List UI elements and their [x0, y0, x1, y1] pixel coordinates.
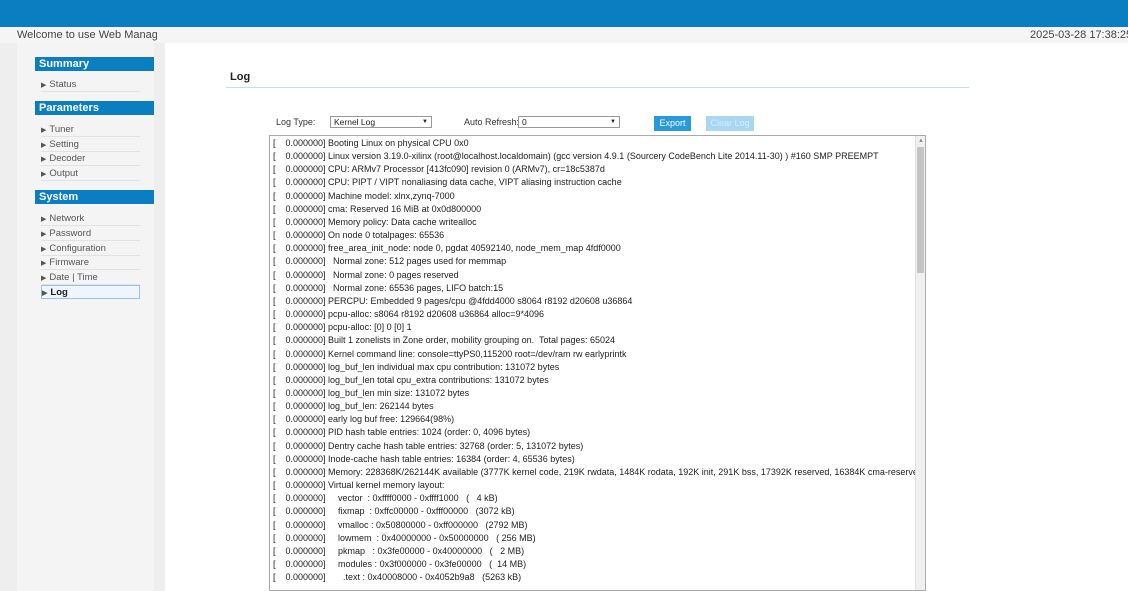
- section-system: System: [35, 190, 154, 204]
- top-banner: [0, 0, 1128, 27]
- sidebar-item-date-time[interactable]: ▶ Date | Time: [41, 271, 140, 285]
- sidebar-item-password[interactable]: ▶ Password: [41, 227, 140, 241]
- sidebar-item-network[interactable]: ▶ Network: [41, 212, 140, 226]
- log-type-value: Kernel Log: [334, 117, 376, 127]
- log-line: [ 0.000000] vector : 0xffff0000 - 0xffff…: [273, 493, 498, 504]
- log-line: [ 0.000000] log_buf_len individual max c…: [273, 361, 560, 372]
- log-line: [ 0.000000] Normal zone: 0 pages reserve…: [273, 269, 459, 280]
- sidebar-separator: [154, 43, 165, 591]
- log-line: [ 0.000000] PERCPU: Embedded 9 pages/cpu…: [273, 295, 633, 306]
- sidebar-item-firmware[interactable]: ▶ Firmware: [41, 256, 140, 270]
- section-parameters: Parameters: [35, 101, 154, 115]
- log-line: [ 0.000000] CPU: PIPT / VIPT nonaliasing…: [273, 177, 622, 188]
- log-line: [ 0.000000] log_buf_len total cpu_extra …: [273, 374, 549, 385]
- log-line: [ 0.000000] Dentry cache hash table entr…: [273, 440, 584, 451]
- triangle-right-icon: ▶: [41, 171, 47, 178]
- title-divider: [226, 87, 969, 88]
- triangle-right-icon: ▶: [41, 260, 47, 267]
- sidebar-item-setting[interactable]: ▶ Setting: [41, 138, 140, 152]
- log-line: [ 0.000000] pcpu-alloc: [0] 0 [0] 1: [273, 322, 412, 333]
- log-line: [ 0.000000] Inode-cache hash table entri…: [273, 453, 575, 464]
- auto-refresh-value: 0: [522, 117, 527, 127]
- log-lines: [ 0.000000] Booting Linux on physical CP…: [270, 137, 915, 584]
- sidebar-item-output[interactable]: ▶ Output: [41, 167, 140, 181]
- log-line: [ 0.000000] fixmap : 0xffc00000 - 0xfff0…: [273, 506, 515, 517]
- sidebar-item-label: Firmware: [49, 257, 89, 268]
- log-line: [ 0.000000] Built 1 zonelists in Zone or…: [273, 335, 616, 346]
- sidebar-item-label: Date | Time: [49, 272, 98, 283]
- sidebar-item-label: Log: [50, 287, 68, 298]
- log-type-label: Log Type:: [276, 117, 316, 127]
- log-type-select[interactable]: Kernel Log ▼: [330, 116, 432, 128]
- log-textarea[interactable]: [ 0.000000] Booting Linux on physical CP…: [269, 135, 926, 591]
- log-line: [ 0.000000] Kernel command line: console…: [273, 348, 627, 359]
- log-line: [ 0.000000] .text : 0x40008000 - 0x4052b…: [273, 572, 522, 583]
- sidebar-item-tuner[interactable]: ▶ Tuner: [41, 123, 140, 137]
- sidebar-item-label: Configuration: [49, 243, 106, 254]
- triangle-right-icon: ▶: [42, 290, 48, 297]
- triangle-right-icon: ▶: [41, 156, 47, 163]
- log-line: [ 0.000000] Normal zone: 512 pages used …: [273, 256, 507, 267]
- triangle-right-icon: ▶: [41, 231, 47, 238]
- welcome-text: Welcome to use Web Manag: [17, 29, 157, 41]
- log-line: [ 0.000000] Virtual kernel memory layout…: [273, 480, 445, 491]
- log-line: [ 0.000000] On node 0 totalpages: 65536: [273, 230, 445, 241]
- sidebar-item-configuration[interactable]: ▶ Configuration: [41, 242, 140, 256]
- log-line: [ 0.000000] Booting Linux on physical CP…: [273, 138, 469, 148]
- sidebar-item-status[interactable]: ▶ Status: [41, 78, 140, 92]
- scroll-up-icon[interactable]: ▲: [916, 136, 925, 146]
- export-button[interactable]: Export: [654, 116, 691, 131]
- log-line: [ 0.000000] Normal zone: 65536 pages, LI…: [273, 282, 504, 293]
- log-line: [ 0.000000] free_area_init_node: node 0,…: [273, 243, 621, 254]
- log-line: [ 0.000000] cma: Reserved 16 MiB at 0x0d…: [273, 203, 482, 214]
- log-line: [ 0.000000] pkmap : 0x3fe00000 - 0x40000…: [273, 545, 525, 556]
- log-line: [ 0.000000] Linux version 3.19.0-xilinx …: [273, 151, 879, 162]
- log-line: [ 0.000000] CPU: ARMv7 Processor [413fc0…: [273, 164, 605, 175]
- page-title: Log: [230, 71, 251, 83]
- sidebar-item-label: Status: [49, 79, 77, 90]
- sidebar-item-label: Password: [49, 228, 92, 239]
- section-summary: Summary: [35, 57, 154, 71]
- welcome-bar: Welcome to use Web Manag 2025-03-28 17:3…: [0, 27, 1128, 43]
- auto-refresh-label: Auto Refresh:: [464, 117, 520, 127]
- log-line: [ 0.000000] modules : 0x3f000000 - 0x3fe…: [273, 559, 527, 569]
- log-line: [ 0.000000] Memory policy: Data cache wr…: [273, 216, 477, 227]
- triangle-right-icon: ▶: [41, 216, 47, 223]
- left-margin: [0, 43, 17, 591]
- log-scrollbar[interactable]: ▲: [915, 136, 925, 590]
- sidebar-item-label: Setting: [49, 139, 79, 150]
- sidebar-item-decoder[interactable]: ▶ Decoder: [41, 152, 140, 166]
- log-line: [ 0.000000] Machine model: xlnx,zynq-700…: [273, 190, 455, 201]
- sidebar-item-log[interactable]: ▶ Log: [41, 285, 140, 299]
- log-line: [ 0.000000] Memory: 228368K/262144K avai…: [273, 466, 915, 477]
- dropdown-arrow-icon: ▼: [422, 119, 428, 125]
- log-line: [ 0.000000] log_buf_len min size: 131072…: [273, 387, 470, 398]
- log-line: [ 0.000000] pcpu-alloc: s8064 r8192 d206…: [273, 309, 544, 320]
- current-datetime: 2025-03-28 17:38:25: [1030, 29, 1128, 41]
- dropdown-arrow-icon: ▼: [610, 119, 616, 125]
- triangle-right-icon: ▶: [41, 275, 47, 282]
- clear-log-button[interactable]: Clear Log: [706, 116, 754, 131]
- log-line: [ 0.000000] early log buf free: 129664(9…: [273, 414, 455, 425]
- auto-refresh-select[interactable]: 0 ▼: [518, 116, 620, 128]
- log-line: [ 0.000000] log_buf_len: 262144 bytes: [273, 401, 434, 412]
- triangle-right-icon: ▶: [41, 246, 47, 253]
- triangle-right-icon: ▶: [41, 142, 47, 149]
- log-line: [ 0.000000] vmalloc : 0x50800000 - 0xff0…: [273, 519, 528, 530]
- sidebar-item-label: Tuner: [49, 124, 74, 135]
- triangle-right-icon: ▶: [41, 82, 47, 89]
- triangle-right-icon: ▶: [41, 127, 47, 134]
- sidebar-item-label: Output: [49, 168, 78, 179]
- log-line: [ 0.000000] PID hash table entries: 1024…: [273, 427, 531, 438]
- sidebar-item-label: Decoder: [49, 153, 86, 164]
- sidebar-item-label: Network: [49, 213, 85, 224]
- scroll-thumb[interactable]: [917, 147, 924, 273]
- log-line: [ 0.000000] lowmem : 0x40000000 - 0x5000…: [273, 532, 536, 543]
